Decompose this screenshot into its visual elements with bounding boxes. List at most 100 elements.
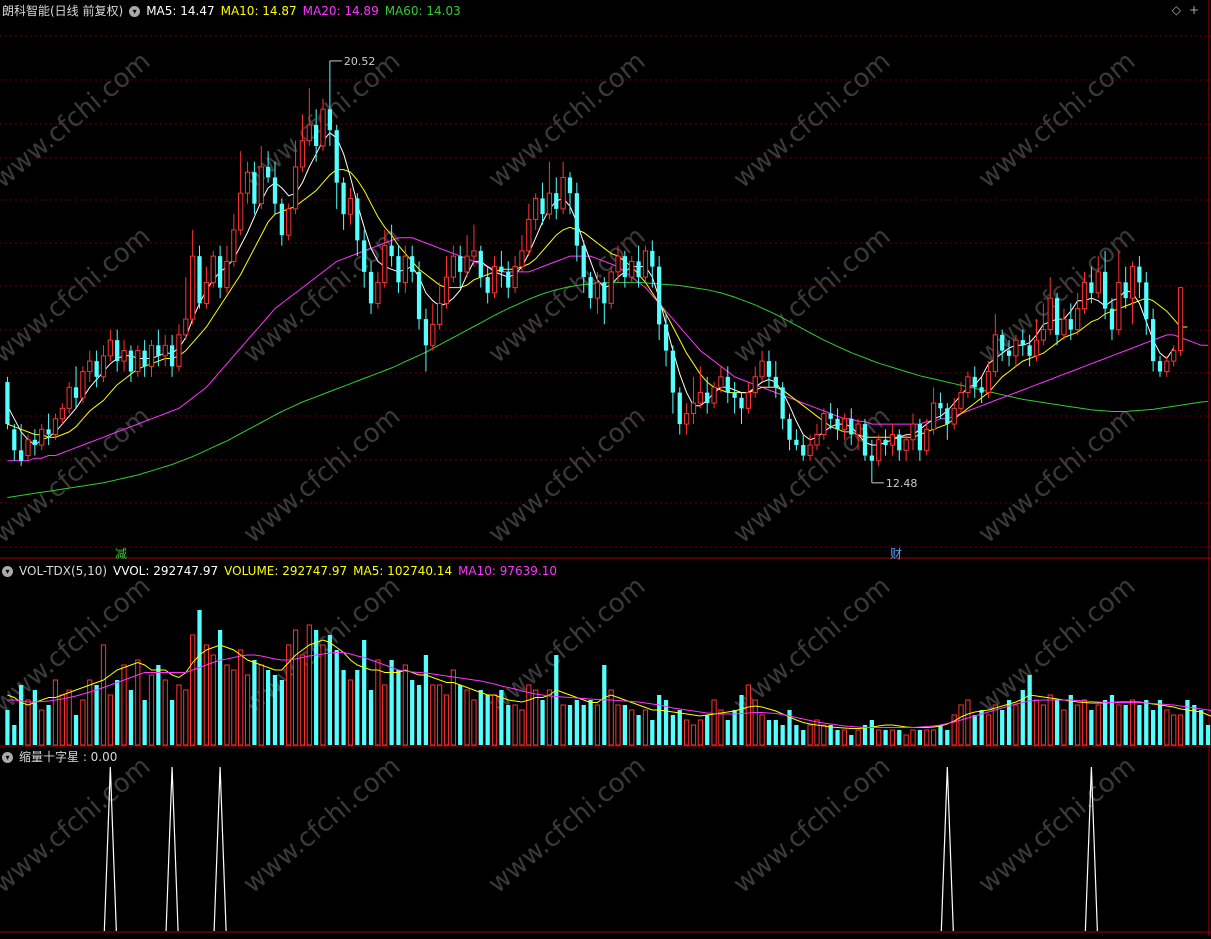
volume-bar-down xyxy=(828,725,833,745)
settings-circle-icon[interactable]: ▾ xyxy=(129,6,141,17)
volume-bar-up xyxy=(238,649,244,746)
candle-body-down xyxy=(334,130,339,183)
candle-body-up xyxy=(690,402,697,415)
volume-bar-up xyxy=(876,729,882,746)
event-tag-reduce[interactable]: 减 xyxy=(114,545,128,562)
candle-body-down xyxy=(1123,282,1128,299)
candle-body-down xyxy=(766,361,772,377)
volume-bar-down xyxy=(485,695,490,745)
volume-bar-up xyxy=(889,729,896,746)
candle-body-down xyxy=(732,392,737,398)
volume-bar-down xyxy=(128,690,134,745)
volume-bar-down xyxy=(478,690,483,745)
candle-body-down xyxy=(945,408,950,425)
volume-bar-down xyxy=(622,705,627,745)
candle-body-down xyxy=(272,177,278,204)
candle-body-up xyxy=(25,439,31,457)
candle-body-up xyxy=(402,255,408,283)
volume-bar-up xyxy=(594,704,601,746)
volume-bar-up xyxy=(59,694,65,746)
candle-body-up xyxy=(183,318,189,336)
volume-bar-up xyxy=(320,644,326,746)
volume-bar-up xyxy=(910,729,916,746)
candle-body-down xyxy=(835,418,840,430)
price-header: 朗科智能(日线 前复权) ▾ MA5: 14.47 MA10: 14.87 MA20: … xyxy=(2,2,467,20)
candle-body-up xyxy=(52,418,59,436)
candle-body-up xyxy=(965,376,971,394)
candle-body-up xyxy=(320,108,326,147)
volume-readout: VOLUME: 292747.97 xyxy=(224,564,348,578)
candle-body-up xyxy=(306,124,312,142)
chart-canvas[interactable]: www.cfchi.com www.cfchi.com www.cfchi.com w… xyxy=(0,0,1211,936)
window-controls: ◇+ xyxy=(1172,3,1207,17)
volume-bar-up xyxy=(690,724,697,746)
candle-body-up xyxy=(560,176,566,210)
volume-bar-down xyxy=(217,630,223,745)
watermark-text: www.cfchi.com xyxy=(483,401,652,549)
volume-bar-up xyxy=(629,709,635,746)
volume-bar-down xyxy=(1199,710,1204,745)
candle-body-down xyxy=(410,256,415,272)
candle-body-down xyxy=(1102,271,1108,309)
volume-bar-up xyxy=(443,694,450,746)
candle-body-up xyxy=(1177,287,1184,352)
plus-icon[interactable]: + xyxy=(1189,3,1207,17)
candle-body-up xyxy=(683,413,690,425)
volume-bar-up xyxy=(752,699,758,746)
volume-bar-up xyxy=(821,724,827,746)
stock-title[interactable]: 朗科智能(日线 前复权) xyxy=(2,4,123,18)
volume-bar-down xyxy=(849,735,854,745)
indicator-settings-icon[interactable]: ▾ xyxy=(2,752,13,763)
volume-bar-up xyxy=(1061,709,1067,746)
volume-bar-up xyxy=(121,664,127,746)
candle-body-up xyxy=(450,255,456,278)
volume-bar-up xyxy=(951,714,957,746)
volume-bar-down xyxy=(766,720,772,745)
volume-bar-down xyxy=(739,695,744,745)
volume-bar-up xyxy=(210,654,216,746)
candle-body-up xyxy=(807,444,813,457)
volume-bar-up xyxy=(402,664,408,746)
volume-bar-up xyxy=(52,679,59,746)
volume-settings-icon[interactable]: ▾ xyxy=(2,566,13,577)
volume-bar-up xyxy=(135,659,141,746)
volume-indicator-name[interactable]: VOL-TDX(5,10) xyxy=(19,564,107,578)
candle-body-down xyxy=(362,240,367,272)
candle-body-down xyxy=(862,424,868,456)
volume-bar-up xyxy=(683,719,690,746)
candle-body-down xyxy=(897,434,902,451)
indicator-name[interactable]: 缩量十字星 : 0.00 xyxy=(19,750,117,764)
volume-bar-down xyxy=(588,700,593,745)
volume-bar-up xyxy=(80,699,86,746)
indicator-header: ▾ 缩量十字星 : 0.00 xyxy=(2,748,123,766)
volume-bar-up xyxy=(1033,699,1040,746)
candle-body-down xyxy=(499,266,504,272)
candle-body-up xyxy=(1129,266,1136,299)
volume-bar-down xyxy=(142,700,147,745)
ma10-readout: MA10: 14.87 xyxy=(220,4,297,18)
candle-body-up xyxy=(347,197,354,215)
event-tag-finance[interactable]: 财 xyxy=(889,545,903,562)
diamond-icon[interactable]: ◇ xyxy=(1172,3,1189,17)
candle-body-down xyxy=(458,256,463,272)
volume-bar-down xyxy=(169,700,175,745)
volume-bar-up xyxy=(382,684,388,746)
candle-body-down xyxy=(73,387,79,398)
candle-body-down xyxy=(725,376,730,393)
candle-body-up xyxy=(752,376,758,394)
ma20-readout: MA20: 14.89 xyxy=(302,4,379,18)
volume-bar-up xyxy=(814,719,820,746)
candle-body-down xyxy=(670,350,676,393)
candle-body-up xyxy=(286,208,292,236)
watermark-text: www.cfchi.com xyxy=(0,46,156,194)
candle-body-up xyxy=(546,192,553,215)
volume-bar-up xyxy=(87,679,93,746)
candle-body-up xyxy=(629,260,635,278)
candle-body-up xyxy=(107,339,113,357)
volume-bar-up xyxy=(1129,699,1136,746)
candle-body-up xyxy=(814,434,820,446)
volume-bar-down xyxy=(252,660,257,745)
volume-bar-up xyxy=(855,729,861,746)
watermark-text: www.cfchi.com xyxy=(238,751,407,899)
volume-bar-up xyxy=(107,694,113,746)
